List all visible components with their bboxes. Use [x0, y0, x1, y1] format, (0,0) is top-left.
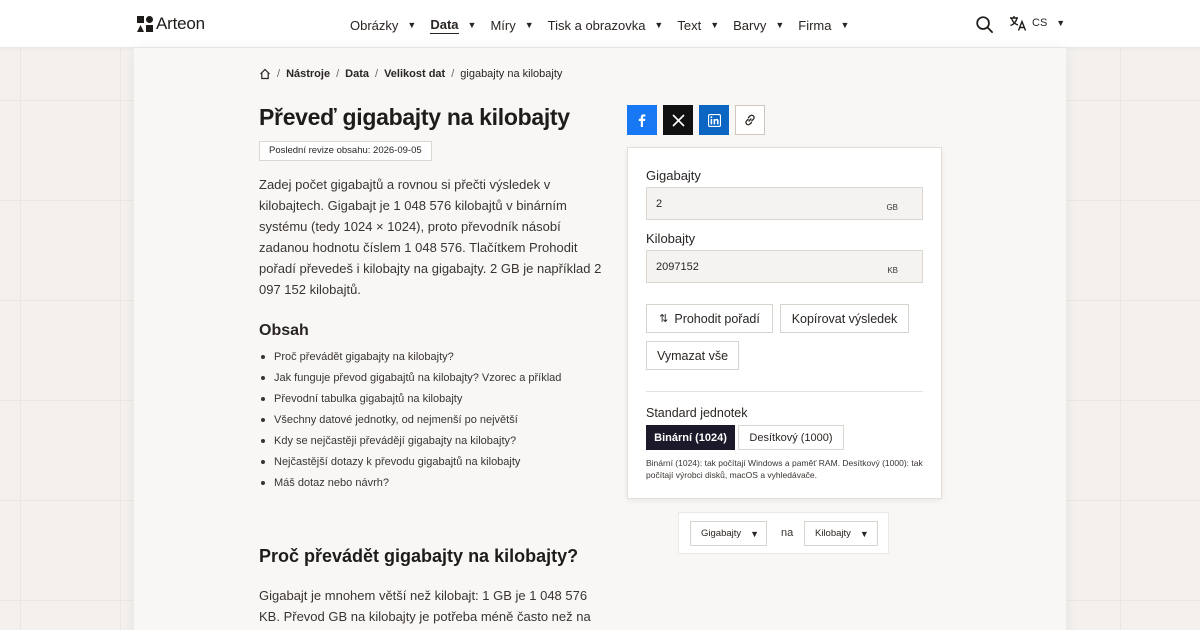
toc-title: Obsah: [259, 322, 309, 339]
revision-badge: Poslední revize obsahu: 2026-09-05: [259, 141, 432, 161]
toc-item[interactable]: Proč převádět gigabajty na kilobajty?: [259, 349, 561, 370]
breadcrumb-item-data[interactable]: Data: [345, 68, 369, 80]
language-switcher[interactable]: CS ▼: [1009, 15, 1065, 31]
linkedin-icon: [707, 113, 721, 127]
clear-all-label: Vymazat vše: [656, 348, 729, 363]
toc-item[interactable]: Máš dotaz nebo návrh?: [259, 475, 561, 496]
nav-label: Míry: [490, 17, 516, 33]
search-icon: [976, 16, 994, 34]
gigabytes-input[interactable]: [647, 188, 877, 219]
breadcrumb-item-nastroje[interactable]: Nástroje: [286, 68, 330, 80]
breadcrumb-item-velikost-dat[interactable]: Velikost dat: [384, 68, 445, 80]
arteon-logo-icon: [137, 16, 153, 32]
breadcrumb-separator: /: [277, 68, 281, 80]
standard-decimal-toggle[interactable]: Desítkový (1000): [738, 425, 844, 450]
brand-logo[interactable]: Arteon: [137, 14, 205, 34]
swap-label: Prohodit pořadí: [674, 311, 760, 326]
unit-joiner: na: [781, 527, 794, 539]
nav-label: Text: [677, 17, 702, 33]
breadcrumb-separator: /: [336, 68, 340, 80]
main-nav: Obrázky ▼ Data ▼ Míry ▼ Tisk a obrazovka ▼ T…: [350, 15, 863, 35]
toc-item[interactable]: Převodní tabulka gigabajtů na kilobajty: [259, 391, 561, 412]
breadcrumb: / Nástroje / Data / Velikost dat / gigab…: [259, 68, 562, 80]
nav-item-miry[interactable]: Míry ▼: [490, 15, 533, 35]
clear-all-button[interactable]: Vymazat vše: [646, 341, 739, 370]
to-field: KB: [646, 250, 923, 283]
copy-result-label: Kopírovat výsledek: [791, 311, 898, 326]
share-linkedin-button[interactable]: [699, 105, 729, 135]
standard-note: Binární (1024): tak počítají Windows a p…: [646, 458, 923, 480]
to-unit-select-value: Kilobajty: [815, 528, 851, 539]
nav-item-tisk[interactable]: Tisk a obrazovka ▼: [548, 15, 664, 35]
home-icon[interactable]: [259, 68, 271, 80]
section-text: Gigabajt je mnohem větší než kilobajt: 1…: [259, 588, 591, 624]
nav-item-data[interactable]: Data ▼: [430, 15, 476, 35]
toc-item[interactable]: Jak funguje převod gigabajtů na kilobajt…: [259, 370, 561, 391]
toc-item[interactable]: Všechny datové jednotky, od nejmenší po …: [259, 412, 561, 433]
divider: [646, 391, 923, 392]
caret-down-icon: ▼: [750, 528, 760, 539]
caret-down-icon: ▼: [407, 20, 417, 30]
standard-binary-toggle[interactable]: Binární (1024): [646, 425, 735, 450]
intro-text: Zadej počet gigabajtů a rovnou si přečti…: [259, 177, 602, 297]
share-facebook-button[interactable]: [627, 105, 657, 135]
from-label: Gigabajty: [646, 168, 701, 183]
standard-label: Standard jednotek: [646, 406, 748, 420]
caret-down-icon: ▼: [775, 20, 785, 30]
brand-name: Arteon: [156, 14, 205, 33]
language-code: CS: [1032, 17, 1048, 29]
nav-item-obrazky[interactable]: Obrázky ▼: [350, 15, 416, 35]
nav-item-text[interactable]: Text ▼: [677, 15, 719, 35]
to-unit-select[interactable]: Kilobajty ▼: [804, 521, 878, 546]
translate-icon: [1010, 16, 1027, 31]
nav-label: Data: [430, 16, 459, 34]
caret-down-icon: ▼: [524, 20, 534, 30]
caret-down-icon: ▼: [859, 528, 869, 539]
caret-down-icon: ▼: [654, 20, 664, 30]
swap-arrows-icon: ⇅: [659, 313, 669, 325]
nav-item-barvy[interactable]: Barvy ▼: [733, 15, 784, 35]
toc-item[interactable]: Kdy se nejčastěji převádějí gigabajty na…: [259, 433, 561, 454]
page-title: Převeď gigabajty na kilobajty: [259, 104, 570, 130]
nav-label: Firma: [798, 17, 832, 33]
search-button[interactable]: [975, 15, 995, 35]
caret-down-icon: ▼: [710, 20, 720, 30]
section-title: Proč převádět gigabajty na kilobajty?: [259, 546, 579, 566]
caret-down-icon: ▼: [840, 20, 850, 30]
from-unit-select-value: Gigabajty: [701, 528, 742, 539]
share-bar: [627, 105, 765, 135]
kilobytes-input[interactable]: [647, 251, 877, 282]
to-label: Kilobajty: [646, 231, 696, 246]
breadcrumb-current: gigabajty na kilobajty: [460, 68, 563, 80]
nav-label: Tisk a obrazovka: [547, 17, 646, 33]
breadcrumb-separator: /: [451, 68, 455, 80]
x-icon: [671, 113, 685, 127]
to-unit: KB: [887, 266, 898, 275]
site-header: Arteon Obrázky ▼ Data ▼ Míry ▼ Tisk a obraz…: [0, 0, 1200, 48]
breadcrumb-separator: /: [375, 68, 379, 80]
converter-card: Gigabajty GB Kilobajty KB ⇅ Prohodit poř…: [627, 147, 942, 499]
nav-label: Obrázky: [350, 17, 399, 33]
swap-button[interactable]: ⇅ Prohodit pořadí: [646, 304, 773, 333]
table-of-contents: Proč převádět gigabajty na kilobajty? Ja…: [259, 349, 561, 496]
copy-link-button[interactable]: [735, 105, 765, 135]
unit-selector-row: Gigabajty ▼ na Kilobajty ▼: [678, 512, 889, 554]
link-icon: [745, 114, 755, 126]
caret-down-icon: ▼: [467, 20, 477, 30]
from-unit-select[interactable]: Gigabajty ▼: [690, 521, 767, 546]
from-field: GB: [646, 187, 923, 220]
nav-item-firma[interactable]: Firma ▼: [798, 15, 849, 35]
caret-down-icon: ▼: [1056, 18, 1066, 28]
nav-label: Barvy: [733, 17, 767, 33]
copy-result-button[interactable]: Kopírovat výsledek: [780, 304, 909, 333]
facebook-icon: [638, 114, 646, 127]
from-unit: GB: [886, 203, 898, 212]
share-x-button[interactable]: [663, 105, 693, 135]
toc-item[interactable]: Nejčastější dotazy k převodu gigabajtů n…: [259, 454, 561, 475]
